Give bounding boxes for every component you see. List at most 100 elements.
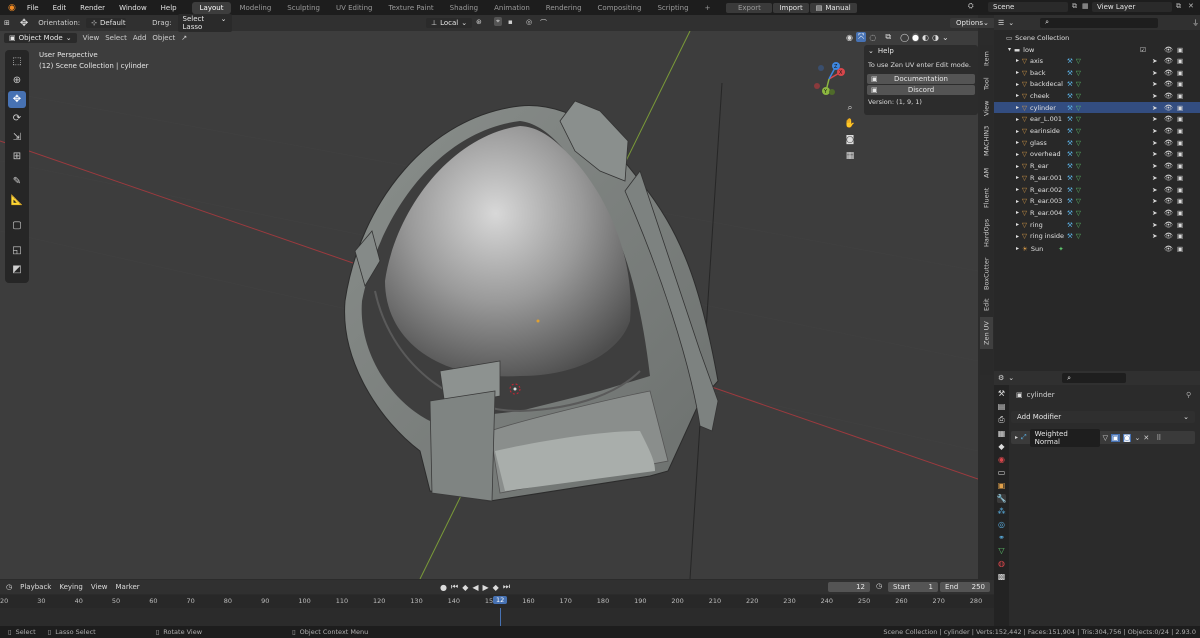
export-button[interactable]: Export — [726, 2, 773, 13]
shading-options-icon[interactable]: ⌄ — [942, 33, 949, 42]
select-arrow-icon[interactable]: ➤ — [1152, 232, 1157, 240]
prev-keyframe-icon[interactable]: ◆ — [462, 583, 468, 592]
hardops-tool-icon[interactable]: ◩ — [8, 261, 26, 278]
orientation-dropdown[interactable]: ⊹ Default — [86, 18, 127, 28]
exclude-checkbox-icon[interactable]: ☑ — [1140, 46, 1146, 54]
object-tab-icon[interactable]: ▣ — [998, 481, 1006, 490]
outliner-row-object[interactable]: ▸ ▽ backdecal ⚒ ▽ ➤ 👁 ▣ — [994, 78, 1200, 90]
camera-icon[interactable]: ▣ — [1177, 46, 1183, 54]
select-arrow-icon[interactable]: ➤ — [1152, 80, 1157, 88]
measure-tool-icon[interactable]: 📐 — [8, 192, 26, 209]
eye-icon[interactable]: 👁 — [1164, 150, 1173, 158]
sidebar-tab-item[interactable]: Item — [980, 47, 993, 71]
expand-arrow-icon[interactable]: ▸ — [1016, 116, 1019, 123]
discord-button[interactable]: ▣ Discord — [867, 85, 975, 95]
view-layer-copy-icon[interactable]: ⧉ — [1176, 2, 1181, 11]
menu-help[interactable]: Help — [154, 4, 184, 12]
shading-material-icon[interactable]: ◐ — [922, 33, 929, 42]
blender-logo-icon[interactable]: ◉ — [4, 3, 20, 13]
camera-icon[interactable]: ▣ — [1177, 232, 1183, 240]
expand-arrow-icon[interactable]: ▸ — [1015, 434, 1018, 441]
workspace-tab-sculpting[interactable]: Sculpting — [279, 2, 328, 14]
drag-handle-icon[interactable]: ⠿ — [1156, 434, 1161, 442]
outliner-row-object[interactable]: ▸ ▽ R_ear.002 ⚒ ▽ ➤ 👁 ▣ — [994, 184, 1200, 196]
view-layer-selector[interactable]: View Layer — [1092, 2, 1172, 12]
sidebar-tab-hardops[interactable]: HardOps — [980, 213, 993, 253]
eye-icon[interactable]: 👁 — [1164, 209, 1173, 217]
scene-tab-icon[interactable]: ◆ — [998, 442, 1004, 451]
playhead-line[interactable] — [500, 608, 501, 626]
add-workspace-button[interactable]: + — [697, 2, 719, 14]
expand-arrow-icon[interactable]: ▸ — [1016, 69, 1019, 76]
select-arrow-icon[interactable]: ➤ — [1152, 209, 1157, 217]
modifier-edit-mode-icon[interactable]: ▽ — [1103, 434, 1108, 442]
select-arrow-icon[interactable]: ➤ — [1152, 139, 1157, 147]
jump-start-icon[interactable]: ⏮ — [451, 582, 458, 592]
outliner-row-object[interactable]: ▸ ▽ R_ear ⚒ ▽ ➤ 👁 ▣ — [994, 160, 1200, 172]
eye-icon[interactable]: 👁 — [1164, 139, 1173, 147]
expand-arrow-icon[interactable]: ▸ — [1016, 174, 1019, 181]
camera-icon[interactable]: ◙ — [846, 135, 855, 145]
select-arrow-icon[interactable]: ➤ — [1152, 150, 1157, 158]
menu-file[interactable]: File — [20, 4, 46, 12]
scene-selector[interactable]: Scene — [988, 2, 1068, 12]
start-frame-field[interactable]: Start 1 — [888, 582, 938, 592]
eye-icon[interactable]: 👁 — [1164, 162, 1173, 170]
select-arrow-icon[interactable]: ➤ — [1152, 104, 1157, 112]
tool-tab-icon[interactable]: ⚒ — [998, 389, 1005, 398]
outliner-row-object[interactable]: ▸ ▽ cheek ⚒ ▽ ➤ 👁 ▣ — [994, 90, 1200, 102]
modifier-render-icon[interactable]: ◙ — [1122, 433, 1132, 442]
outliner-row-object[interactable]: ▸ ▽ axis ⚒ ▽ ➤ 👁 ▣ — [994, 55, 1200, 67]
workspace-tab-texture-paint[interactable]: Texture Paint — [381, 2, 442, 14]
camera-icon[interactable]: ▣ — [1177, 69, 1183, 77]
expand-arrow-icon[interactable]: ▸ — [1016, 245, 1019, 252]
visibility-icon[interactable]: ◉ — [846, 33, 853, 42]
3d-viewport[interactable]: User Perspective (12) Scene Collection |… — [0, 31, 978, 579]
camera-icon[interactable]: ▣ — [1177, 57, 1183, 65]
import-button[interactable]: Import — [773, 2, 809, 13]
modifier-name-field[interactable]: Weighted Normal — [1029, 428, 1100, 447]
outliner-row-object[interactable]: ▸ ▽ glass ⚒ ▽ ➤ 👁 ▣ — [994, 137, 1200, 149]
sidebar-tab-boxcutter[interactable]: BoxCutter — [980, 255, 993, 293]
proportional-edit-icon[interactable]: ◎ — [526, 18, 532, 26]
eye-icon[interactable]: 👁 — [1164, 92, 1173, 100]
zoom-icon[interactable]: ⌕ — [847, 103, 852, 113]
sidebar-tab-machin3[interactable]: MACHIN3 — [980, 121, 993, 161]
camera-icon[interactable]: ▣ — [1177, 245, 1183, 253]
sidebar-tab-view[interactable]: View — [980, 97, 993, 119]
modifier-tab-icon[interactable]: 🔧 — [996, 494, 1007, 503]
documentation-button[interactable]: ▣ Documentation — [867, 74, 975, 84]
view-layer-close-icon[interactable]: ✕ — [1188, 2, 1194, 10]
panel-collapse-icon[interactable]: ⌄ — [868, 47, 874, 55]
transform-orientation-dropdown[interactable]: ⊥ Local ⌄ — [426, 18, 473, 28]
add-modifier-dropdown[interactable]: Add Modifier ⌄ — [1011, 411, 1195, 423]
select-arrow-icon[interactable]: ➤ — [1152, 197, 1157, 205]
shading-wireframe-icon[interactable]: ◯ — [900, 33, 909, 42]
annotate-tool-icon[interactable]: ✎ — [8, 173, 26, 190]
select-arrow-icon[interactable]: ➤ — [1152, 174, 1157, 182]
outliner-row-object[interactable]: ▸ ▽ ring ⚒ ▽ ➤ 👁 ▣ — [994, 219, 1200, 231]
camera-icon[interactable]: ▣ — [1177, 174, 1183, 182]
camera-icon[interactable]: ▣ — [1177, 80, 1183, 88]
display-mode-icon[interactable]: ⌄ — [1008, 19, 1014, 27]
boxcutter-tool-icon[interactable]: ◱ — [8, 242, 26, 259]
outliner-row-object[interactable]: ▸ ▽ ear_L.001 ⚒ ▽ ➤ 👁 ▣ — [994, 114, 1200, 126]
transform-tool-icon[interactable]: ✥ — [20, 18, 28, 29]
eye-icon[interactable]: 👁 — [1164, 232, 1173, 240]
eye-icon[interactable]: 👁 — [1164, 115, 1173, 123]
menu-view[interactable]: View — [83, 34, 100, 42]
menu-select[interactable]: Select — [105, 34, 127, 42]
scale-tool-icon[interactable]: ⇲ — [8, 129, 26, 146]
sidebar-tab-am[interactable]: AM — [980, 163, 993, 183]
physics-tab-icon[interactable]: ◎ — [998, 520, 1005, 529]
sidebar-tab-zen-uv[interactable]: Zen UV — [980, 317, 993, 349]
sidebar-tab-tool[interactable]: Tool — [980, 73, 993, 95]
camera-icon[interactable]: ▣ — [1177, 209, 1183, 217]
shading-solid-icon[interactable]: ● — [912, 32, 920, 42]
workspace-tab-shading[interactable]: Shading — [442, 2, 486, 14]
outliner-editor-icon[interactable]: ☰ — [998, 19, 1004, 27]
outliner-row-object[interactable]: ▸ ▽ back ⚒ ▽ ➤ 👁 ▣ — [994, 67, 1200, 79]
jump-end-icon[interactable]: ⏭ — [503, 582, 510, 592]
modifier-remove-icon[interactable]: ✕ — [1143, 434, 1149, 442]
properties-editor-icon[interactable]: ⚙ — [998, 374, 1004, 382]
